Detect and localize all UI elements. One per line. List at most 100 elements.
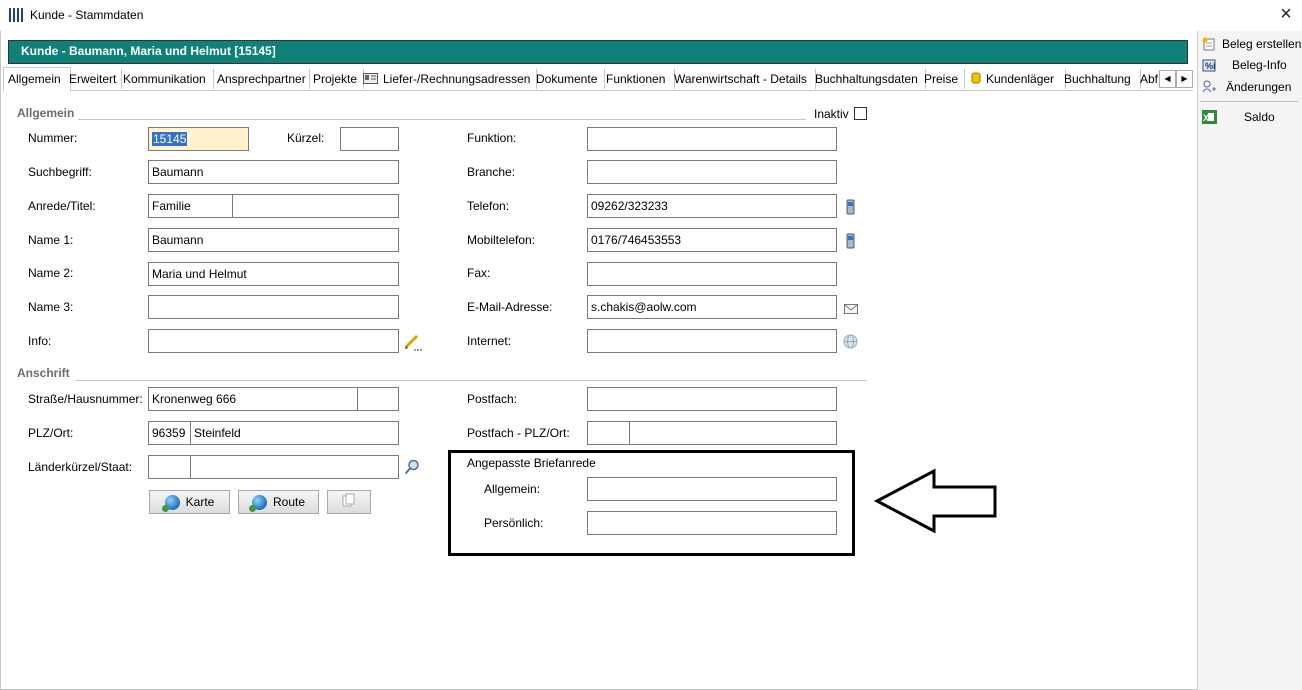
tab-kundenlaeger[interactable]: Kundenläger [967,69,1066,89]
search-icon[interactable] [404,459,420,475]
branche-field[interactable] [587,160,837,184]
inaktiv-checkbox[interactable] [854,107,867,120]
storage-icon [971,70,981,89]
copy-icon [342,492,356,514]
route-label: Route [272,495,306,509]
svg-text:X: X [1203,113,1209,123]
app-icon [9,8,25,22]
window-titlebar: Kunde - Stammdaten × [0,0,1302,32]
tab-strip: Allgemein Erweitert Kommunikation Anspre… [3,67,1193,92]
titel-field[interactable] [232,194,399,218]
globe-icon[interactable] [843,334,858,349]
new-document-icon [1202,37,1217,51]
laenderkuerzel-field[interactable] [148,455,191,479]
inaktiv-label: Inaktiv [814,107,849,121]
anrede-allgemein-label: Allgemein: [484,482,541,496]
land-label: Länderkürzel/Staat: [28,460,133,474]
info-field[interactable] [148,329,399,353]
tab-ansprechpartner[interactable]: Ansprechpartner [213,69,310,89]
fax-field[interactable] [587,262,837,286]
tab-allgemein[interactable]: Allgemein [3,67,71,92]
karte-label: Karte [185,495,215,509]
tab-liefer-label: Liefer-/Rechnungsadressen [383,72,531,86]
user-changes-icon [1202,80,1217,94]
anrede-field[interactable]: Familie [148,194,233,218]
fax-label: Fax: [467,266,491,280]
mobile-phone-icon[interactable] [846,233,855,249]
info-label: Info: [28,334,52,348]
info-document-icon: %i [1202,58,1217,72]
saldo-button[interactable]: X Saldo [1202,107,1300,127]
name1-label: Name 1: [28,233,74,247]
telefon-field[interactable]: 09262/323233 [587,194,837,218]
tab-warenwirtschaft-details[interactable]: Warenwirtschaft - Details [670,69,816,89]
record-header-title: Kunde - Baumann, Maria und Helmut [15145… [21,44,276,58]
tab-buchhaltung[interactable]: Buchhaltung [1060,69,1141,89]
tab-scroll-left-icon[interactable]: ◀ [1159,70,1176,88]
mobil-field[interactable]: 0176/746453553 [587,228,837,252]
panel-separator [1200,101,1298,102]
name3-field[interactable] [148,295,399,319]
beleg-info-button[interactable]: %i Beleg-Info [1202,55,1300,75]
beleg-erstellen-label: Beleg erstellen [1222,37,1302,51]
pencil-edit-icon[interactable] [404,333,422,351]
nummer-label: Nummer: [28,131,78,145]
phone-icon[interactable] [846,199,855,215]
name2-field[interactable]: Maria und Helmut [148,262,399,286]
briefanrede-title: Angepasste Briefanrede [467,456,596,470]
action-panel: Beleg erstellen %i Beleg-Info Änderungen… [1197,31,1302,690]
annotation-arrow-icon [873,468,1000,534]
postfach-label: Postfach: [467,392,518,406]
window-title: Kunde - Stammdaten [30,8,144,22]
tab-scroll-right-icon[interactable]: ▶ [1176,70,1193,88]
postfach-ort-field[interactable] [629,421,837,445]
funktion-label: Funktion: [467,131,517,145]
internet-field[interactable] [587,329,837,353]
beleg-erstellen-button[interactable]: Beleg erstellen [1202,34,1302,54]
route-button[interactable]: Route [238,490,319,514]
suchbegriff-field[interactable]: Baumann [148,160,399,184]
aenderungen-label: Änderungen [1226,80,1292,94]
tab-preise[interactable]: Preise [920,69,965,89]
ort-field[interactable]: Steinfeld [190,421,399,445]
anrede-persoenlich-field[interactable] [587,511,837,535]
saldo-sheet-icon: X [1202,110,1217,124]
section-divider [76,380,867,381]
staat-field[interactable] [190,455,399,479]
tab-buchhaltungsdaten[interactable]: Buchhaltungsdaten [811,69,926,89]
kuerzel-field[interactable] [340,127,399,151]
beleg-info-label: Beleg-Info [1232,58,1287,72]
nummer-field[interactable]: 15145 [148,127,249,151]
plzort-label: PLZ/Ort: [28,426,74,440]
funktion-field[interactable] [587,127,837,151]
aenderungen-button[interactable]: Änderungen [1202,77,1300,97]
postfach-plz-field[interactable] [587,421,630,445]
tab-projekte[interactable]: Projekte [309,69,364,89]
hausnummer-field[interactable] [357,387,399,411]
tab-erweitert[interactable]: Erweitert [65,69,122,89]
close-icon[interactable]: × [1276,4,1296,26]
tab-funktionen[interactable]: Funktionen [602,69,675,89]
karte-button[interactable]: Karte [149,490,230,514]
plz-field[interactable]: 96359 [148,421,191,445]
saldo-label: Saldo [1244,110,1275,124]
name3-label: Name 3: [28,300,74,314]
postfach-plzort-label: Postfach - PLZ/Ort: [467,426,570,440]
tab-liefer-rechnungsadressen[interactable]: Liefer-/Rechnungsadressen [359,69,537,89]
nummer-value: 15145 [152,132,188,146]
mail-icon[interactable] [844,303,858,314]
anrede-allgemein-field[interactable] [587,477,837,501]
tab-dokumente[interactable]: Dokumente [532,69,605,89]
tab-kommunikation[interactable]: Kommunikation [119,69,214,89]
strasse-field[interactable]: Kronenweg 666 [148,387,358,411]
postfach-field[interactable] [587,387,837,411]
suchbegriff-label: Suchbegriff: [28,165,92,179]
mobil-label: Mobiltelefon: [467,233,536,247]
copy-address-button[interactable] [327,490,371,514]
email-field[interactable]: s.chakis@aolw.com [587,295,837,319]
address-card-icon [363,70,378,89]
name1-field[interactable]: Baumann [148,228,399,252]
email-label: E-Mail-Adresse: [467,300,553,314]
telefon-label: Telefon: [467,199,510,213]
tab-kundenlaeger-label: Kundenläger [986,72,1055,86]
